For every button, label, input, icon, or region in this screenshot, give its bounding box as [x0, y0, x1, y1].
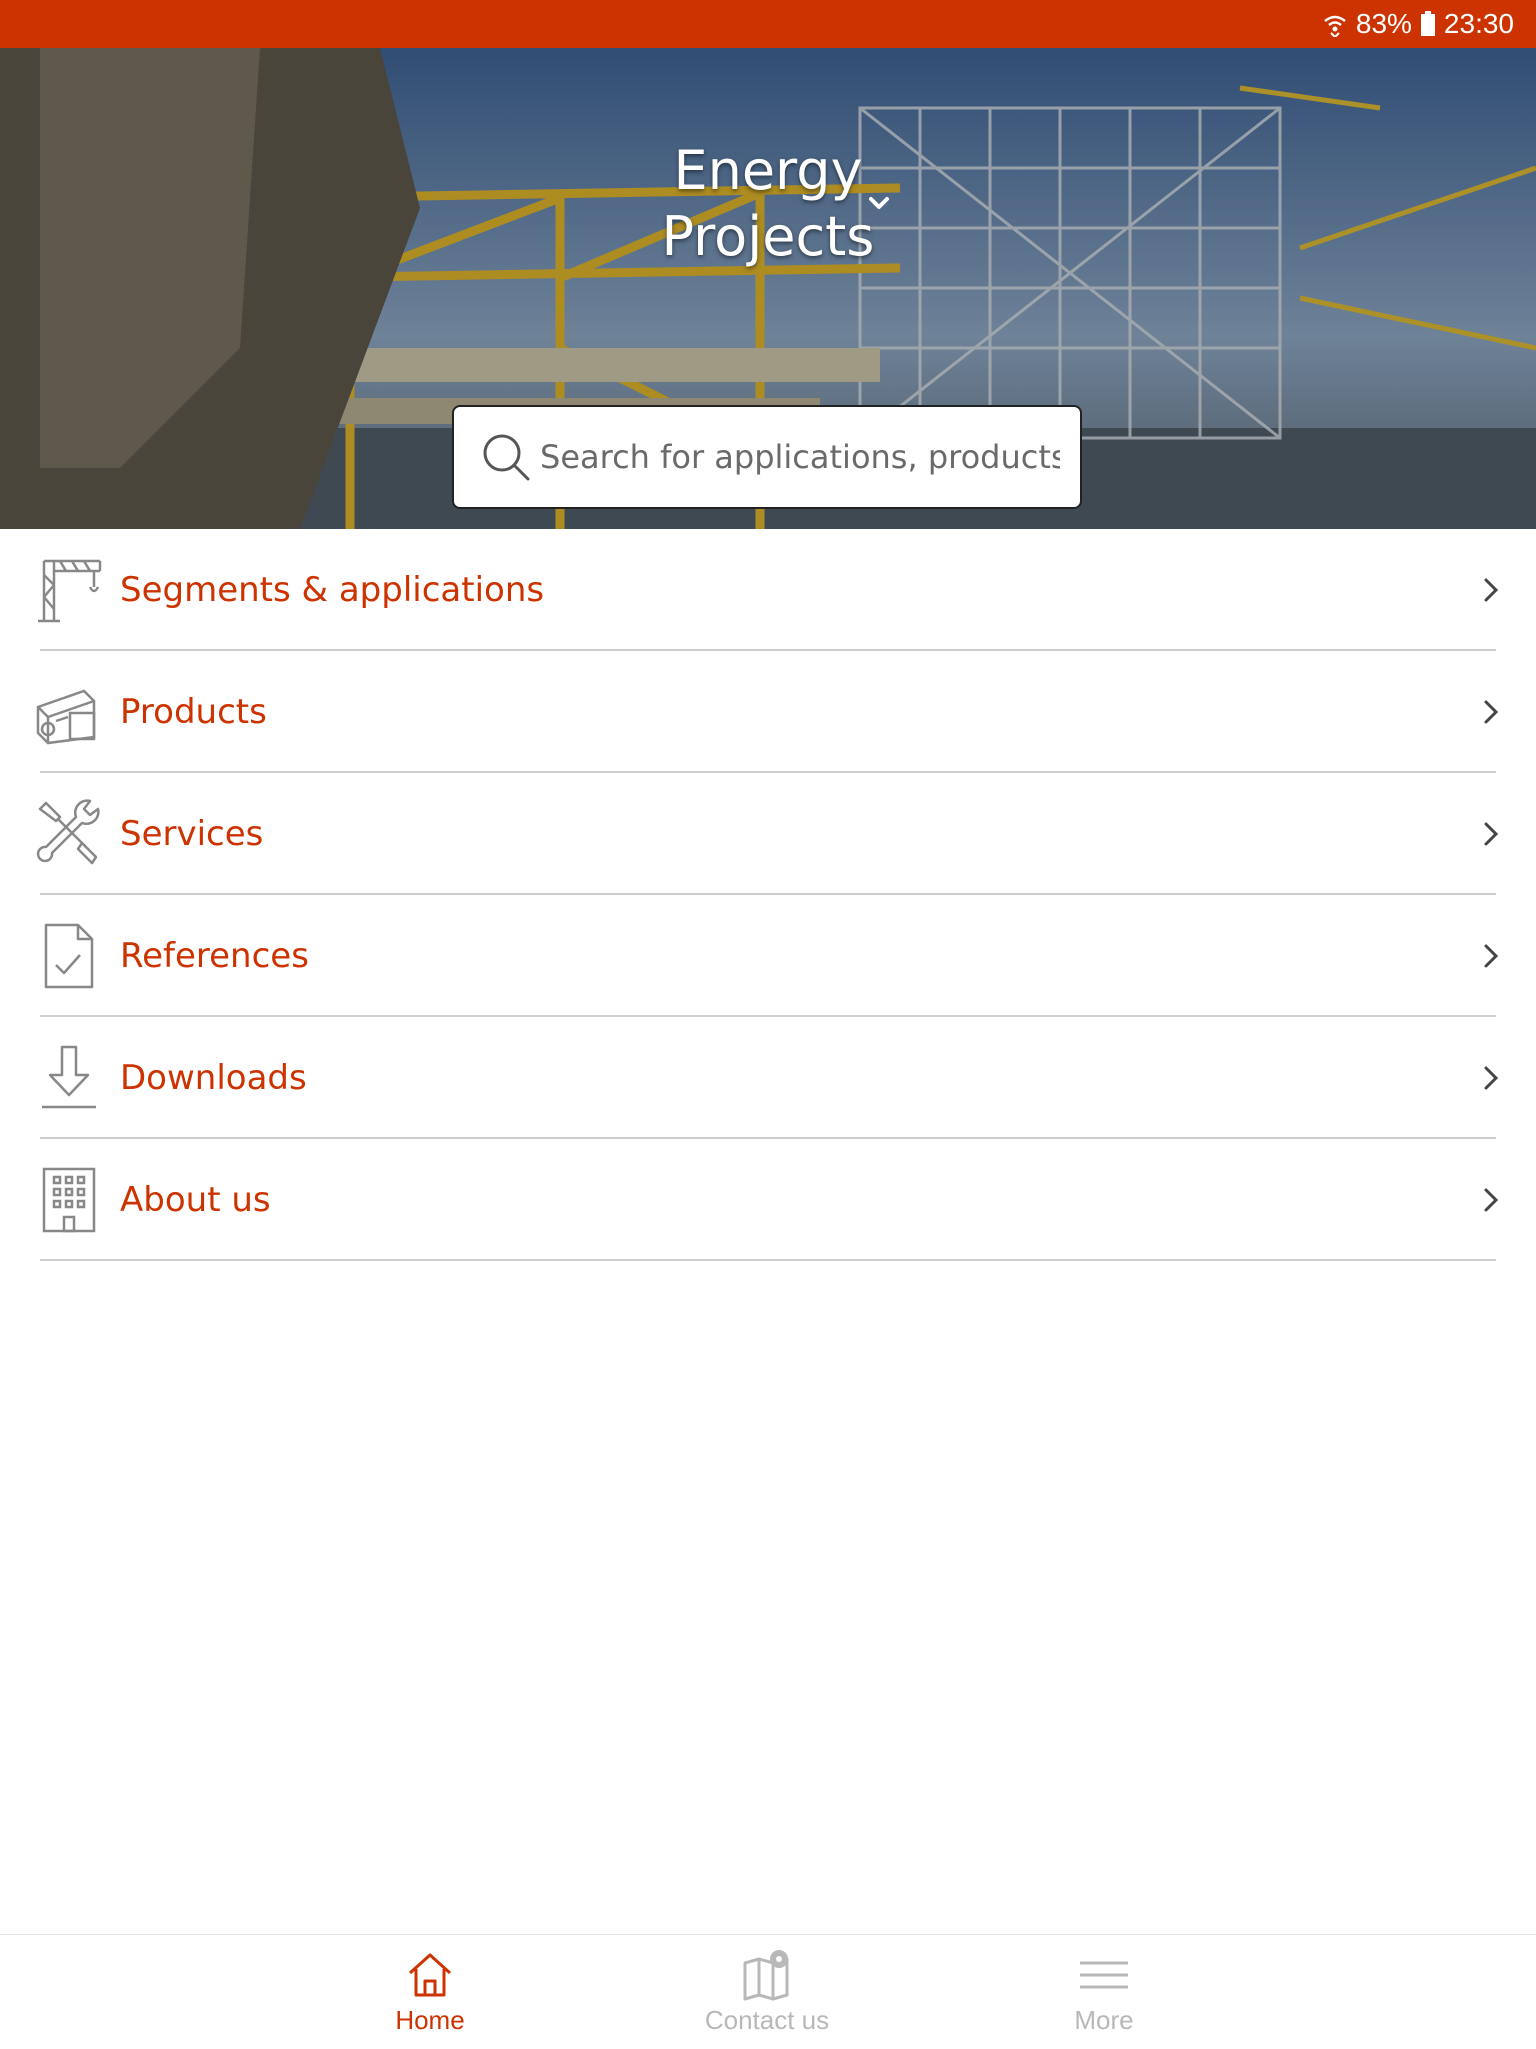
menu-item-references[interactable]: References: [0, 895, 1536, 1017]
chevron-right-icon: [1484, 1188, 1499, 1212]
divider: [40, 1259, 1496, 1261]
menu-item-segments[interactable]: Segments & applications: [0, 529, 1536, 651]
chevron-right-icon: [1484, 578, 1499, 602]
search-bar[interactable]: [452, 405, 1082, 509]
project-selector[interactable]: Energy Projects: [0, 138, 1536, 270]
search-input[interactable]: [538, 437, 1062, 477]
menu-item-products[interactable]: Products: [0, 651, 1536, 773]
hero-banner: Energy Projects: [0, 48, 1536, 529]
menu-item-label: About us: [120, 1180, 271, 1220]
tab-label: More: [1074, 2005, 1134, 2035]
products-icon: [36, 689, 96, 745]
hero-title-line1: Energy: [673, 139, 863, 202]
document-check-icon: [44, 923, 94, 989]
crane-icon: [38, 559, 102, 623]
map-pin-icon: [743, 1950, 789, 2001]
main-menu: Segments & applications Products Service…: [0, 529, 1536, 1261]
tab-label: Home: [395, 2005, 465, 2035]
tab-contact[interactable]: Contact us: [647, 1935, 887, 2049]
chevron-right-icon: [1484, 700, 1499, 724]
battery-icon: [1420, 11, 1436, 37]
menu-item-label: Downloads: [120, 1058, 307, 1098]
tools-icon: [36, 799, 100, 865]
battery-percent: 83%: [1355, 8, 1412, 39]
building-icon: [42, 1167, 96, 1233]
wifi-icon: [1322, 11, 1348, 37]
bottom-tab-bar: Home Contact us More: [0, 1934, 1536, 2049]
menu-item-downloads[interactable]: Downloads: [0, 1017, 1536, 1139]
menu-icon: [1080, 1961, 1128, 1989]
chevron-right-icon: [1484, 944, 1499, 968]
search-icon: [483, 434, 530, 481]
status-bar: 83% 23:30: [0, 0, 1536, 48]
menu-item-services[interactable]: Services: [0, 773, 1536, 895]
clock: 23:30: [1443, 8, 1514, 39]
menu-item-label: References: [120, 936, 309, 976]
tab-home[interactable]: Home: [310, 1935, 550, 2049]
menu-item-label: Services: [120, 814, 264, 854]
download-icon: [42, 1045, 96, 1109]
chevron-right-icon: [1484, 822, 1499, 846]
menu-item-label: Products: [120, 692, 267, 732]
chevron-right-icon: [1484, 1066, 1499, 1090]
hero-title-line2: Projects: [661, 205, 875, 268]
chevron-down-icon[interactable]: [866, 190, 892, 216]
menu-item-label: Segments & applications: [120, 570, 545, 610]
home-icon: [408, 1953, 452, 1997]
menu-item-about[interactable]: About us: [0, 1139, 1536, 1261]
tab-label: Contact us: [704, 2005, 830, 2035]
tab-more[interactable]: More: [984, 1935, 1224, 2049]
